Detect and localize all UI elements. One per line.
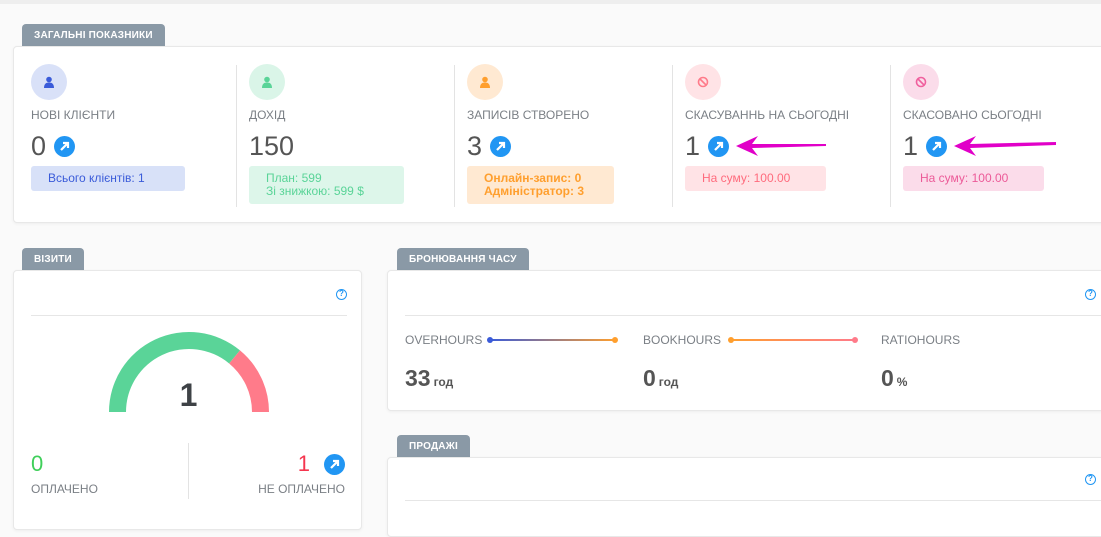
paid-value: 0 xyxy=(31,451,44,476)
stat-label: НОВІ КЛІЄНТИ xyxy=(31,108,116,122)
ban-icon xyxy=(903,64,939,100)
metric-value: 33 xyxy=(405,365,431,391)
help-icon[interactable]: ? xyxy=(1085,474,1096,485)
metric-value: 0 xyxy=(643,365,656,391)
open-link-icon[interactable] xyxy=(54,136,76,157)
stat-value: 1 xyxy=(903,131,919,161)
records-stat: ЗАПИСІВ СТВОРЕНО 3 Онлайн-запис: 0 Адміні… xyxy=(450,47,668,223)
gauge-value: 1 xyxy=(179,377,198,413)
ratiohours-metric: RATIOHOURS 0% xyxy=(881,333,960,392)
plan-badge: План: 599 Зі знижкою: 599 $ xyxy=(249,166,404,204)
overview-card: НОВІ КЛІЄНТИ 0 Всього клієнтів: 1 ДОХІД … xyxy=(13,46,1101,223)
stat-value: 3 xyxy=(467,131,483,161)
badge-text: На суму: 100.00 xyxy=(702,171,791,185)
booking-card: ? OVERHOURS 33 год BOOKHOURS 0 год RATIOHOUR… xyxy=(387,270,1101,411)
income-stat: ДОХІД 150 План: 599 Зі знижкою: 599 $ xyxy=(232,47,450,223)
stat-label: СКАСУВАННЬ НА СЬОГОДНІ xyxy=(685,108,850,122)
tab-overview: ЗАГАЛЬНІ ПОКАЗНИКИ xyxy=(22,24,165,46)
paid-label: ОПЛАЧЕНО xyxy=(31,482,98,496)
help-icon[interactable]: ? xyxy=(1085,289,1096,300)
new-clients-stat: НОВІ КЛІЄНТИ 0 Всього клієнтів: 1 xyxy=(14,47,236,223)
stat-label: СКАСОВАНО СЬОГОДНІ xyxy=(903,108,1042,122)
metric-unit: % xyxy=(896,375,908,389)
stat-label: ДОХІД xyxy=(249,108,286,122)
unpaid-label: НЕ ОПЛАЧЕНО xyxy=(258,482,345,496)
user-icon xyxy=(249,64,285,100)
tab-booking: БРОНЮВАННЯ ЧАСУ xyxy=(397,248,529,270)
user-icon xyxy=(467,64,503,100)
badge-text: Всього клієнтів: 1 xyxy=(48,171,145,185)
stat-value: 0 xyxy=(31,131,47,161)
records-badge: Онлайн-запис: 0 Адміністратор: 3 xyxy=(467,166,614,204)
tab-visits: ВІЗИТИ xyxy=(22,248,84,270)
open-link-icon[interactable] xyxy=(324,453,345,475)
visits-card: ? 1 0 ОПЛАЧЕНО 1 НЕ ОПЛАЧЕНО xyxy=(13,270,362,530)
badge-text: На суму: 100.00 xyxy=(920,171,1009,185)
annotation-arrow xyxy=(736,136,826,156)
annotation-arrow xyxy=(954,136,1056,156)
metric-unit: год xyxy=(658,375,679,389)
badge-text: Адміністратор: 3 xyxy=(484,184,585,198)
open-link-icon[interactable] xyxy=(490,136,512,157)
open-link-icon[interactable] xyxy=(926,136,948,157)
badge-text: Зі знижкою: 599 $ xyxy=(266,184,364,198)
metric-label: OVERHOURS xyxy=(405,333,483,347)
open-link-icon[interactable] xyxy=(708,136,730,157)
metric-label: RATIOHOURS xyxy=(881,333,961,347)
sum-badge: На суму: 100.00 xyxy=(903,166,1044,191)
metric-value: 0 xyxy=(881,365,894,391)
stat-value: 1 xyxy=(685,131,701,161)
divider xyxy=(405,315,1101,316)
sales-card: ? xyxy=(387,457,1101,537)
divider xyxy=(405,500,1101,501)
overhours-line xyxy=(487,337,618,343)
divider xyxy=(31,315,347,316)
stat-value: 150 xyxy=(249,131,295,161)
user-icon xyxy=(31,64,67,100)
ban-icon xyxy=(685,64,721,100)
total-clients-badge: Всього клієнтів: 1 xyxy=(31,166,185,191)
metric-unit: год xyxy=(433,375,454,389)
tab-sales: ПРОДАЖІ xyxy=(397,435,470,457)
unpaid-value: 1 xyxy=(297,451,310,476)
bookhours-metric: BOOKHOURS 0 год xyxy=(643,333,721,392)
divider xyxy=(188,443,189,499)
bookhours-line xyxy=(728,337,858,343)
metric-label: BOOKHOURS xyxy=(643,333,722,347)
overhours-metric: OVERHOURS 33 год xyxy=(405,333,482,392)
stat-label: ЗАПИСІВ СТВОРЕНО xyxy=(467,108,590,122)
help-icon[interactable]: ? xyxy=(336,289,347,300)
top-bar xyxy=(0,0,1101,4)
sum-badge: На суму: 100.00 xyxy=(685,166,826,191)
